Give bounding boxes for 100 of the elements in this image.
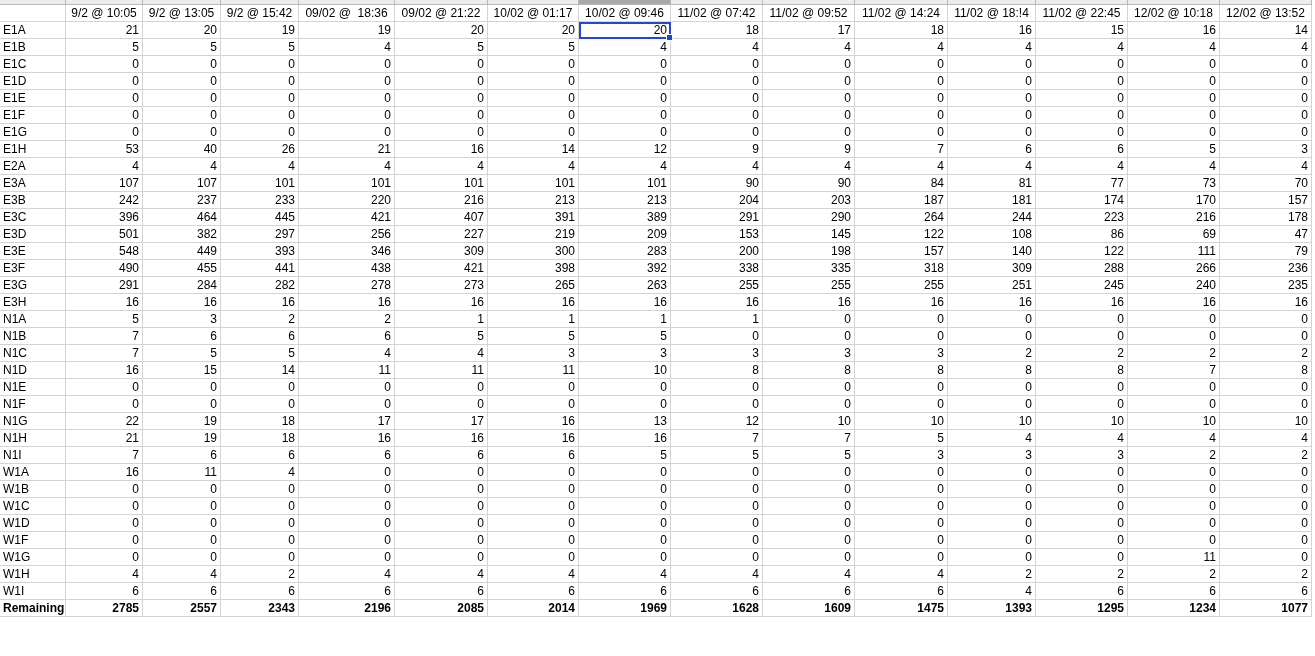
table-cell[interactable]: 1609: [763, 600, 855, 617]
table-cell[interactable]: 4: [763, 566, 855, 583]
table-cell[interactable]: 178: [1220, 209, 1312, 226]
table-cell[interactable]: 216: [395, 192, 488, 209]
table-cell[interactable]: 4: [763, 158, 855, 175]
table-cell[interactable]: 4: [143, 566, 221, 583]
table-cell[interactable]: 174: [1036, 192, 1128, 209]
table-cell[interactable]: 490: [66, 260, 143, 277]
table-cell[interactable]: 8: [855, 362, 948, 379]
table-cell[interactable]: 0: [671, 73, 763, 90]
table-cell[interactable]: 0: [143, 396, 221, 413]
table-cell[interactable]: 0: [948, 481, 1036, 498]
table-cell[interactable]: 0: [66, 124, 143, 141]
table-cell[interactable]: 0: [66, 56, 143, 73]
table-cell[interactable]: 7: [763, 430, 855, 447]
table-cell[interactable]: 0: [948, 56, 1036, 73]
table-cell[interactable]: 0: [763, 124, 855, 141]
table-cell[interactable]: 86: [1036, 226, 1128, 243]
table-cell[interactable]: 0: [855, 515, 948, 532]
table-cell[interactable]: 393: [221, 243, 299, 260]
table-cell[interactable]: 0: [1128, 124, 1220, 141]
table-cell[interactable]: 0: [1036, 464, 1128, 481]
table-cell[interactable]: 4: [948, 158, 1036, 175]
table-cell[interactable]: 13: [579, 413, 671, 430]
table-cell[interactable]: 5: [579, 447, 671, 464]
table-cell[interactable]: 6: [488, 583, 579, 600]
table-cell[interactable]: 0: [143, 549, 221, 566]
table-cell[interactable]: 0: [1220, 73, 1312, 90]
table-cell[interactable]: 438: [299, 260, 395, 277]
table-cell[interactable]: 6: [855, 583, 948, 600]
table-cell[interactable]: 0: [1220, 481, 1312, 498]
table-cell[interactable]: 16: [299, 430, 395, 447]
table-cell[interactable]: 0: [948, 328, 1036, 345]
table-cell[interactable]: 9: [763, 141, 855, 158]
table-cell[interactable]: 0: [1220, 498, 1312, 515]
table-cell[interactable]: 21: [66, 430, 143, 447]
table-cell[interactable]: 0: [488, 396, 579, 413]
table-cell[interactable]: 26: [221, 141, 299, 158]
table-cell[interactable]: 297: [221, 226, 299, 243]
table-cell[interactable]: 5: [66, 39, 143, 56]
table-cell[interactable]: 77: [1036, 175, 1128, 192]
table-cell[interactable]: 1295: [1036, 600, 1128, 617]
table-cell[interactable]: 0: [488, 379, 579, 396]
table-cell[interactable]: 12: [579, 141, 671, 158]
table-cell[interactable]: 548: [66, 243, 143, 260]
table-cell[interactable]: 5: [488, 39, 579, 56]
table-cell[interactable]: 263: [579, 277, 671, 294]
table-cell[interactable]: 5: [855, 430, 948, 447]
table-cell[interactable]: 16: [1128, 294, 1220, 311]
table-cell[interactable]: 5: [221, 345, 299, 362]
table-cell[interactable]: 0: [395, 481, 488, 498]
table-cell[interactable]: 0: [1128, 328, 1220, 345]
table-cell[interactable]: 4: [1036, 430, 1128, 447]
table-cell[interactable]: 200: [671, 243, 763, 260]
table-cell[interactable]: 0: [671, 90, 763, 107]
table-cell[interactable]: 81: [948, 175, 1036, 192]
table-cell[interactable]: 0: [143, 107, 221, 124]
table-cell[interactable]: 0: [299, 515, 395, 532]
table-cell[interactable]: 0: [1220, 107, 1312, 124]
table-cell[interactable]: 0: [579, 379, 671, 396]
column-letter-header[interactable]: [763, 0, 855, 5]
table-cell[interactable]: 265: [488, 277, 579, 294]
table-cell[interactable]: 11: [395, 362, 488, 379]
table-cell[interactable]: 0: [855, 107, 948, 124]
table-cell[interactable]: 0: [221, 532, 299, 549]
table-cell[interactable]: 0: [579, 396, 671, 413]
table-cell[interactable]: 101: [579, 175, 671, 192]
table-cell[interactable]: 2: [948, 566, 1036, 583]
table-cell[interactable]: 0: [66, 481, 143, 498]
table-cell[interactable]: 0: [763, 498, 855, 515]
table-cell[interactable]: 2085: [395, 600, 488, 617]
table-cell[interactable]: 0: [671, 515, 763, 532]
table-cell[interactable]: 6: [299, 328, 395, 345]
table-cell[interactable]: 0: [143, 379, 221, 396]
table-cell[interactable]: 389: [579, 209, 671, 226]
table-cell[interactable]: 6: [221, 328, 299, 345]
table-cell[interactable]: 6: [1036, 583, 1128, 600]
table-cell[interactable]: 53: [66, 141, 143, 158]
table-cell[interactable]: 73: [1128, 175, 1220, 192]
table-cell[interactable]: 7: [671, 430, 763, 447]
table-cell[interactable]: 2: [948, 345, 1036, 362]
table-cell[interactable]: 0: [1220, 396, 1312, 413]
table-cell[interactable]: 2: [1220, 566, 1312, 583]
table-cell[interactable]: 0: [579, 56, 671, 73]
table-cell[interactable]: 0: [299, 396, 395, 413]
column-letter-header[interactable]: [395, 0, 488, 5]
table-cell[interactable]: 14: [488, 141, 579, 158]
table-cell[interactable]: 0: [221, 549, 299, 566]
table-cell[interactable]: 8: [948, 362, 1036, 379]
table-cell[interactable]: 157: [855, 243, 948, 260]
table-cell[interactable]: 16: [488, 413, 579, 430]
table-cell[interactable]: 0: [855, 498, 948, 515]
table-cell[interactable]: 5: [66, 311, 143, 328]
table-cell[interactable]: 0: [1128, 396, 1220, 413]
table-cell[interactable]: 4: [395, 566, 488, 583]
table-cell[interactable]: 11: [143, 464, 221, 481]
table-cell[interactable]: 0: [143, 481, 221, 498]
table-cell[interactable]: 0: [221, 498, 299, 515]
table-cell[interactable]: 170: [1128, 192, 1220, 209]
table-cell[interactable]: 9: [671, 141, 763, 158]
